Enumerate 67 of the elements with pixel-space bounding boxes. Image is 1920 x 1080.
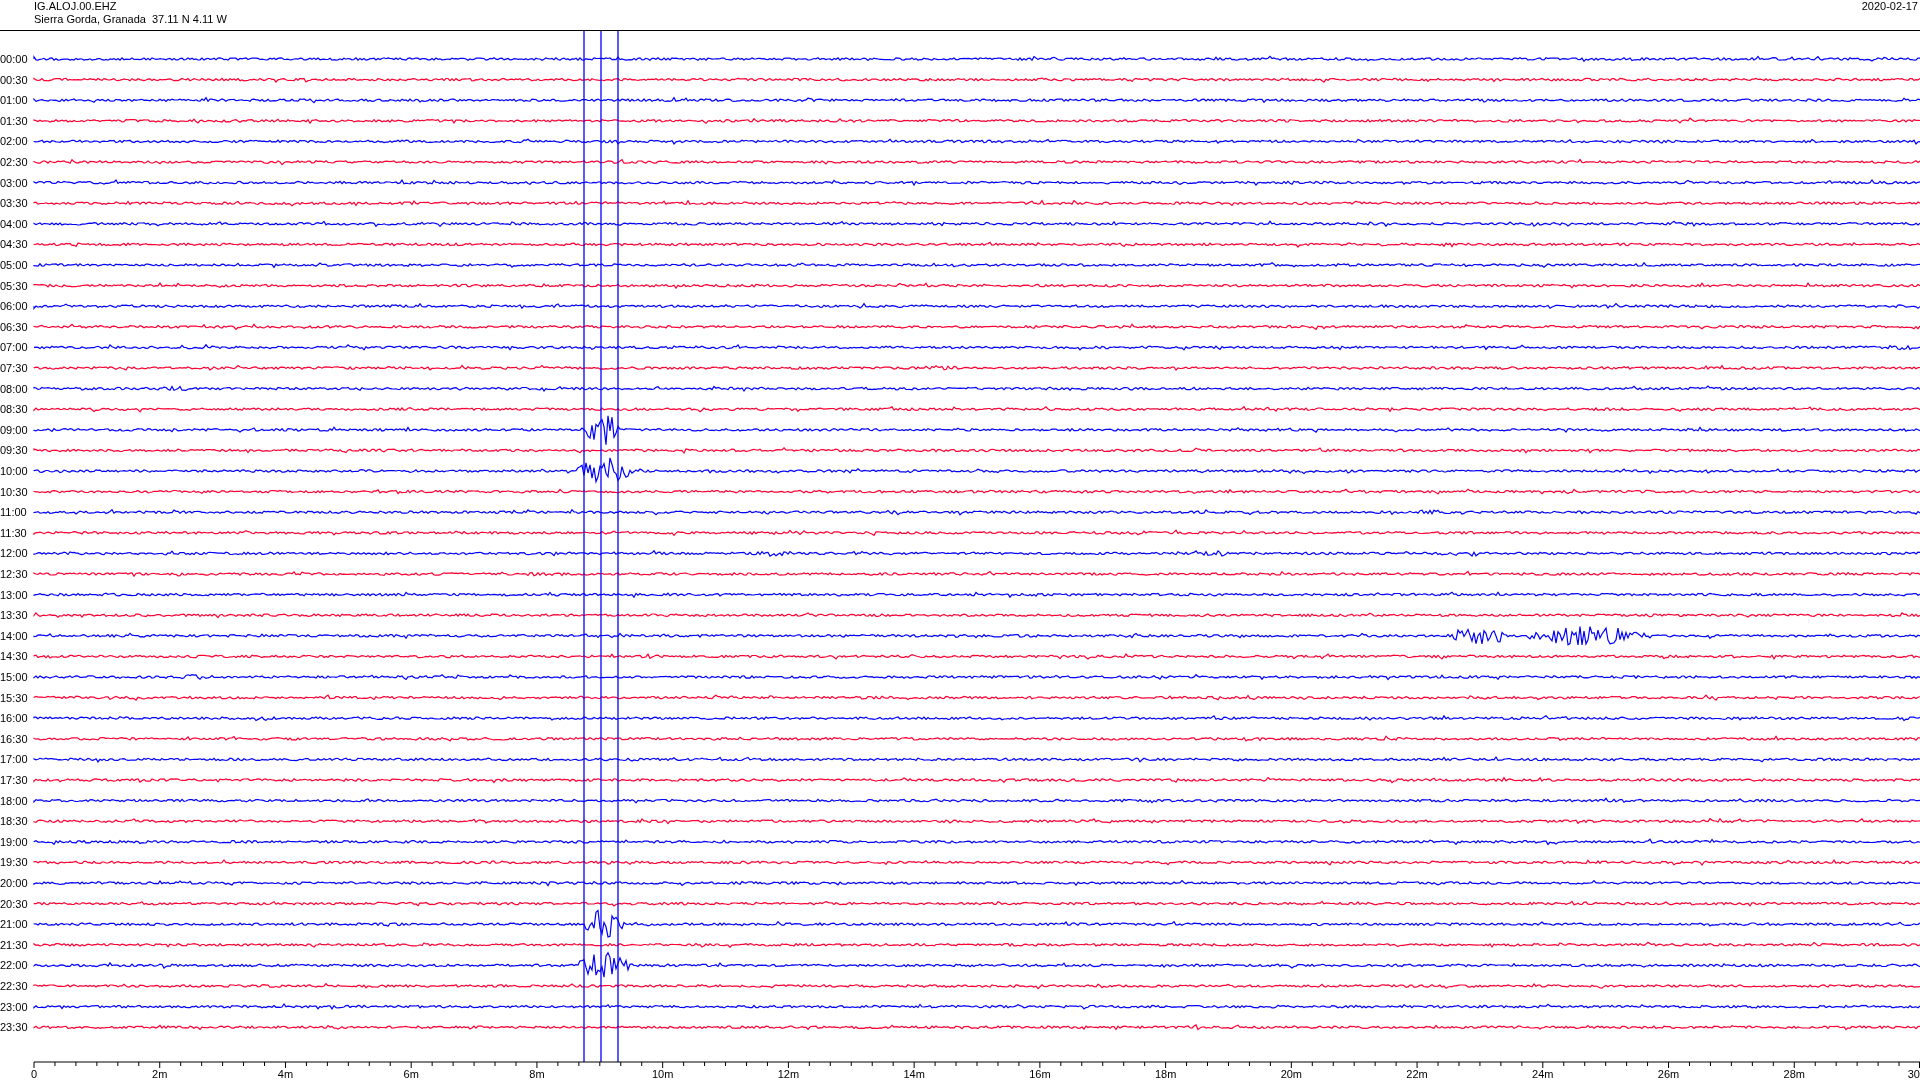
time-label: 03:30 (0, 197, 28, 210)
axis-label: 2m (152, 1068, 168, 1080)
time-label: 04:00 (0, 217, 28, 230)
time-label: 15:00 (0, 671, 28, 683)
time-label: 14:30 (0, 650, 28, 663)
time-label: 13:00 (0, 588, 28, 601)
station-code: IG.ALOJ.00.EHZ (34, 0, 118, 13)
time-label: 10:00 (0, 465, 28, 477)
time-label: 05:00 (0, 259, 28, 271)
time-label: 17:00 (0, 753, 28, 766)
time-label: 21:00 (0, 918, 28, 931)
time-label: 10:30 (0, 485, 28, 498)
axis-label: 20m (1280, 1068, 1303, 1080)
axis-label: 16m (1029, 1068, 1051, 1080)
axis-label: 8m (529, 1068, 545, 1080)
time-label: 08:30 (0, 403, 28, 416)
time-label: 23:00 (0, 1000, 28, 1013)
time-label: 12:30 (0, 568, 28, 580)
plot-date: 2020-02-17 (1861, 0, 1919, 13)
time-label: 12:00 (0, 547, 28, 560)
axis-label: 22m (1406, 1068, 1428, 1080)
time-label: 07:30 (0, 362, 28, 374)
time-label: 00:30 (0, 73, 28, 86)
time-label: 00:00 (0, 53, 28, 65)
axis-label: 30 (1907, 1068, 1920, 1080)
time-label: 01:30 (0, 114, 28, 127)
time-label: 05:30 (0, 279, 28, 292)
time-label: 02:00 (0, 135, 28, 148)
time-label: 18:30 (0, 815, 28, 828)
time-label: 06:30 (0, 320, 28, 333)
time-label: 09:00 (0, 423, 28, 436)
time-label: 14:00 (0, 629, 28, 642)
time-label: 04:30 (0, 238, 28, 251)
time-label: 11:00 (0, 506, 27, 519)
axis-label: 26m (1657, 1068, 1680, 1080)
time-label: 03:00 (0, 176, 28, 189)
axis-label: 14m (903, 1068, 925, 1080)
time-label: 07:00 (0, 341, 28, 354)
time-label: 22:30 (0, 980, 28, 992)
time-label: 15:30 (0, 691, 28, 704)
time-label: 21:30 (0, 938, 28, 951)
axis-label: 4m (277, 1068, 294, 1080)
time-label: 19:00 (0, 835, 28, 848)
time-label: 20:00 (0, 877, 28, 889)
time-label: 13:30 (0, 609, 28, 622)
time-label: 18:00 (0, 794, 28, 807)
time-label: 19:30 (0, 856, 28, 869)
time-label: 11:30 (0, 526, 27, 539)
axis-label: 18m (1154, 1068, 1177, 1080)
station-location: Sierra Gorda, Granada 37.11 N 4.11 W (34, 13, 227, 26)
axis-label: 28m (1783, 1068, 1805, 1080)
axis-label: 12m (777, 1068, 800, 1080)
axis-label: 6m (403, 1068, 419, 1080)
time-label: 22:00 (0, 959, 28, 972)
time-label: 16:30 (0, 732, 28, 745)
axis-label: 0 (30, 1068, 38, 1080)
time-label: 09:30 (0, 444, 28, 457)
time-label: 17:30 (0, 774, 28, 786)
time-label: 02:30 (0, 156, 28, 168)
time-label: 01:00 (0, 94, 28, 107)
axis-label: 24m (1532, 1068, 1554, 1080)
time-label: 20:30 (0, 897, 28, 910)
axis-label: 10m (651, 1068, 674, 1080)
time-label: 16:00 (0, 712, 28, 725)
time-label: 06:00 (0, 300, 28, 313)
time-label: 08:00 (0, 382, 28, 395)
time-label: 23:30 (0, 1021, 28, 1034)
